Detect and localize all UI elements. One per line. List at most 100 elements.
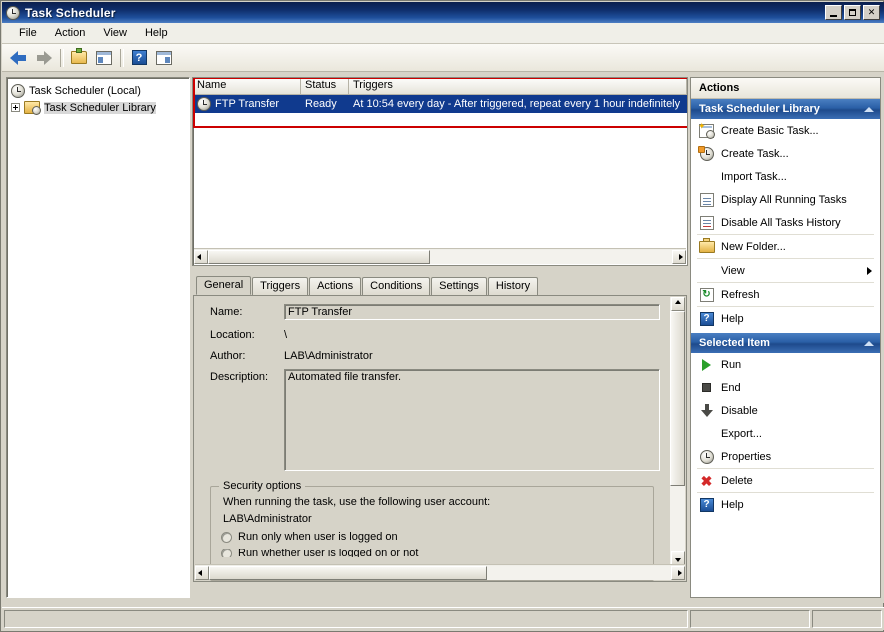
status-pane-1 xyxy=(4,610,688,628)
console-tree-pane: Task Scheduler (Local) Task Scheduler Li… xyxy=(6,77,190,598)
status-pane-2 xyxy=(690,610,810,628)
action-create-task[interactable]: Create Task... xyxy=(691,142,880,165)
detail-hscroll-track[interactable] xyxy=(209,565,671,580)
forward-button[interactable] xyxy=(32,46,56,69)
tree-item-label: Task Scheduler (Local) xyxy=(29,84,141,97)
action-run[interactable]: Run xyxy=(691,353,880,376)
author-label: Author: xyxy=(210,350,246,362)
tab-conditions[interactable]: Conditions xyxy=(362,277,431,295)
column-header-name[interactable]: Name xyxy=(193,78,301,94)
scroll-down-button[interactable] xyxy=(670,551,685,565)
actions-group-header-library[interactable]: Task Scheduler Library xyxy=(691,99,880,119)
name-input[interactable]: FTP Transfer xyxy=(284,304,660,320)
scroll-up-button[interactable] xyxy=(670,297,685,311)
action-import-task[interactable]: Import Task... xyxy=(691,165,880,188)
actions-group-header-selected-item[interactable]: Selected Item xyxy=(691,333,880,353)
scroll-right-button[interactable] xyxy=(671,565,685,580)
tree-item-task-scheduler-library[interactable]: Task Scheduler Library xyxy=(7,99,189,116)
menu-action[interactable]: Action xyxy=(46,25,95,41)
scroll-left-button[interactable] xyxy=(194,249,208,264)
delete-icon: ✖ xyxy=(700,472,713,489)
tab-history[interactable]: History xyxy=(487,277,539,295)
action-help-selected[interactable]: ? Help xyxy=(691,493,880,516)
radio-run-only-when-logged-on[interactable]: Run only when user is logged on xyxy=(221,531,653,543)
radio-label: Run whether user is logged on or not xyxy=(238,549,419,557)
action-view[interactable]: View xyxy=(691,259,880,282)
action-label: Delete xyxy=(721,474,753,487)
task-scheduler-window: Task Scheduler ✕ File Action View Help ?… xyxy=(0,0,884,632)
hscroll-thumb[interactable] xyxy=(208,249,430,264)
vscroll-thumb[interactable] xyxy=(670,311,685,486)
menu-view[interactable]: View xyxy=(94,25,136,41)
hscroll-track[interactable] xyxy=(208,249,672,264)
action-new-folder[interactable]: New Folder... xyxy=(691,235,880,258)
action-display-all-running-tasks[interactable]: Display All Running Tasks xyxy=(691,188,880,211)
action-refresh[interactable]: ↻ Refresh xyxy=(691,283,880,306)
chevron-up-icon[interactable] xyxy=(864,106,874,112)
radio-run-whether-logged-on-or-not[interactable]: Run whether user is logged on or not xyxy=(221,549,653,557)
back-button[interactable] xyxy=(7,46,31,69)
chevron-up-icon[interactable] xyxy=(864,340,874,346)
show-hide-action-pane-button[interactable] xyxy=(152,46,176,69)
help-icon: ? xyxy=(698,497,715,513)
refresh-icon: ↻ xyxy=(698,287,715,303)
detail-hscroll-thumb[interactable] xyxy=(209,565,487,580)
no-icon xyxy=(698,169,715,185)
properties-clock-icon xyxy=(698,449,715,465)
action-disable[interactable]: Disable xyxy=(691,399,880,422)
task-list-hscrollbar[interactable] xyxy=(194,248,686,264)
close-button[interactable]: ✕ xyxy=(863,5,880,20)
radio-icon[interactable] xyxy=(221,549,232,557)
location-label: Location: xyxy=(210,329,255,341)
maximize-button[interactable] xyxy=(844,5,861,20)
main-content: Task Scheduler (Local) Task Scheduler Li… xyxy=(2,72,884,603)
up-one-level-button[interactable] xyxy=(67,46,91,69)
menu-file[interactable]: File xyxy=(10,25,46,41)
table-row[interactable]: FTP Transfer Ready At 10:54 every day - … xyxy=(193,95,687,113)
action-label: Properties xyxy=(721,450,772,463)
scroll-left-button[interactable] xyxy=(195,565,209,580)
menu-help[interactable]: Help xyxy=(136,25,177,41)
action-label: Create Basic Task... xyxy=(721,124,819,137)
action-end[interactable]: End xyxy=(691,376,880,399)
description-input[interactable]: Automated file transfer. xyxy=(284,369,660,471)
expand-plus-icon[interactable] xyxy=(11,103,20,112)
scroll-right-button[interactable] xyxy=(672,249,686,264)
tab-triggers[interactable]: Triggers xyxy=(252,277,309,295)
tab-actions[interactable]: Actions xyxy=(309,277,362,295)
radio-icon[interactable] xyxy=(221,531,232,543)
minimize-button[interactable] xyxy=(825,5,842,20)
column-header-triggers[interactable]: Triggers xyxy=(349,78,687,94)
cell-triggers: At 10:54 every day - After triggered, re… xyxy=(353,98,681,110)
detail-hscrollbar[interactable] xyxy=(195,564,685,580)
window-title: Task Scheduler xyxy=(25,5,116,20)
create-basic-task-icon: ✦ xyxy=(698,121,715,139)
submenu-arrow-icon xyxy=(867,266,872,275)
action-create-basic-task[interactable]: ✦ Create Basic Task... xyxy=(691,119,880,142)
radio-label: Run only when user is logged on xyxy=(238,531,398,543)
running-tasks-icon xyxy=(698,192,715,208)
help-button[interactable]: ? xyxy=(127,46,151,69)
action-disable-all-tasks-history[interactable]: Disable All Tasks History xyxy=(691,211,880,234)
show-hide-tree-button[interactable] xyxy=(92,46,116,69)
action-label: Create Task... xyxy=(721,147,789,160)
actions-group-label: Selected Item xyxy=(699,337,770,349)
detail-vscrollbar[interactable] xyxy=(670,297,685,565)
action-properties[interactable]: Properties xyxy=(691,445,880,468)
title-bar: Task Scheduler ✕ xyxy=(2,2,884,23)
tab-settings[interactable]: Settings xyxy=(431,277,487,295)
column-header-status[interactable]: Status xyxy=(301,78,349,94)
action-delete[interactable]: ✖ Delete xyxy=(691,469,880,492)
actions-group-label: Task Scheduler Library xyxy=(699,103,820,115)
author-value: LAB\Administrator xyxy=(284,350,373,362)
action-help-library[interactable]: ? Help xyxy=(691,307,880,330)
vscroll-track[interactable] xyxy=(670,311,685,551)
tab-general[interactable]: General xyxy=(196,276,252,295)
action-label: Refresh xyxy=(721,288,760,301)
action-export[interactable]: Export... xyxy=(691,422,880,445)
location-value: \ xyxy=(284,329,288,341)
clock-icon xyxy=(6,5,20,20)
tree-item-task-scheduler-local[interactable]: Task Scheduler (Local) xyxy=(7,82,189,99)
actions-pane-title: Actions xyxy=(691,78,880,99)
toolbar-separator xyxy=(60,48,64,67)
